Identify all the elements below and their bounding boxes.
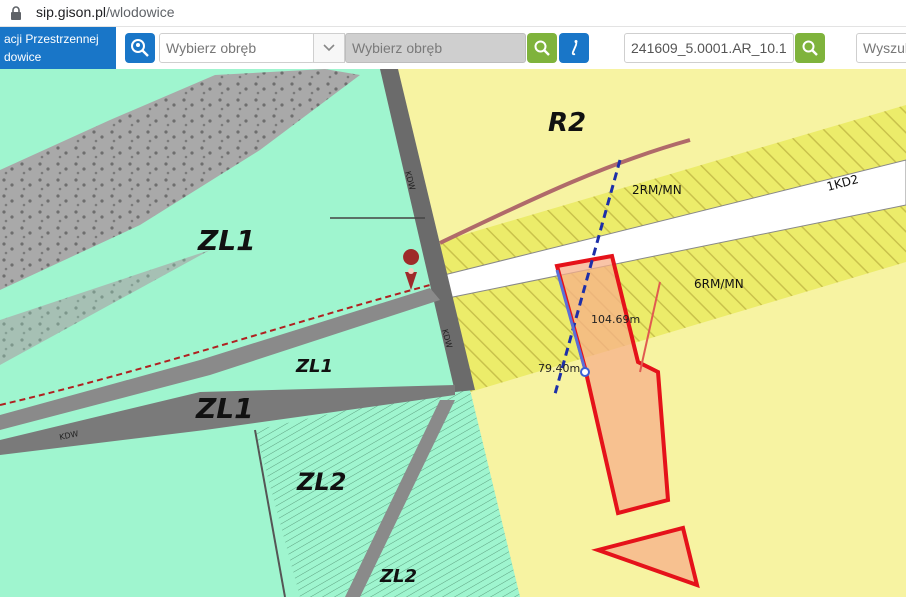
map-canvas[interactable]: ZL1 ZL1 ZL1 ZL2 ZL2 R2 2RM/MN 1KD2 6RM/M…	[0, 69, 906, 597]
url-domain: sip.gison.pl	[36, 4, 107, 20]
address-search-input[interactable]: Wyszuk	[856, 33, 906, 63]
search-icon	[534, 40, 550, 56]
search-icon	[802, 40, 818, 56]
address-search-text: Wyszuk	[863, 40, 906, 56]
info-icon	[571, 40, 578, 56]
obreb-select[interactable]: Wybierz obręb	[159, 33, 315, 63]
label-zl1-lower: ZL1	[195, 392, 254, 425]
label-zl1-small: ZL1	[295, 356, 333, 377]
obreb-input-text: Wybierz obręb	[352, 40, 443, 56]
app-title-line1: acji Przestrzennej	[4, 32, 99, 46]
obreb-search-button[interactable]	[527, 33, 557, 63]
obreb-input[interactable]: Wybierz obręb	[345, 33, 526, 63]
locate-button[interactable]	[125, 33, 155, 63]
url-path: /wlodowice	[106, 4, 175, 20]
label-zl2-b: ZL2	[379, 566, 417, 587]
map-view[interactable]: ZL1 ZL1 ZL1 ZL2 ZL2 R2 2RM/MN 1KD2 6RM/M…	[0, 69, 906, 597]
label-2rm-mn: 2RM/MN	[632, 183, 682, 197]
label-6rm-mn: 6RM/MN	[694, 277, 744, 291]
url-text: sip.gison.pl/wlodowice	[36, 4, 175, 20]
chevron-down-icon	[323, 44, 335, 52]
info-button[interactable]	[559, 33, 589, 63]
obreb-dropdown-toggle[interactable]	[313, 33, 345, 63]
app-toolbar: acji Przestrzennej dowice Wybierz obręb …	[0, 27, 906, 69]
lock-icon	[11, 6, 21, 20]
app-title-line2: dowice	[4, 50, 42, 64]
label-zl2-a: ZL2	[296, 468, 346, 496]
measurement-point[interactable]	[580, 367, 590, 377]
app-title: acji Przestrzennej dowice	[0, 27, 116, 69]
measurement-label-104: 104.69m	[591, 313, 640, 326]
label-r2: R2	[548, 108, 586, 138]
obreb-select-text: Wybierz obręb	[166, 40, 257, 56]
parcel-id-text: 241609_5.0001.AR_10.1	[631, 40, 787, 56]
parcel-id-input[interactable]: 241609_5.0001.AR_10.1	[624, 33, 794, 63]
measurement-label-79: 79.40m	[538, 362, 580, 375]
map-search-icon	[131, 39, 149, 57]
label-zl1-main: ZL1	[197, 224, 256, 257]
address-bar[interactable]: sip.gison.pl/wlodowice	[0, 0, 906, 27]
parcel-search-button[interactable]	[795, 33, 825, 63]
